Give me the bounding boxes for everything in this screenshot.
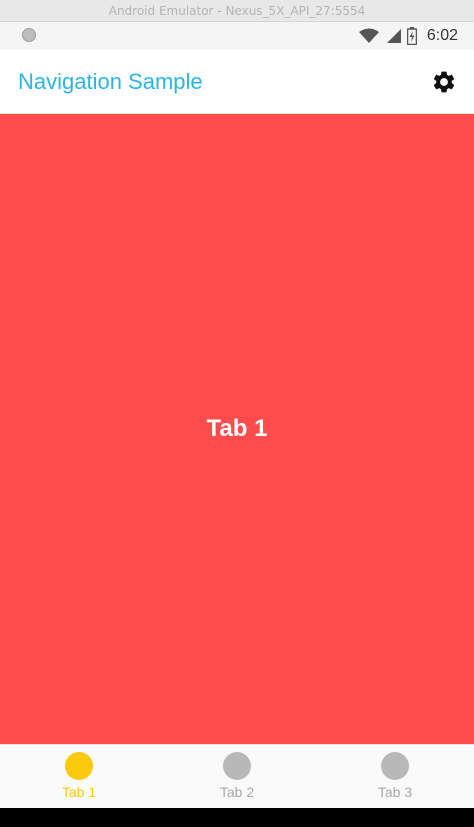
tab-content-area: Tab 1 (0, 114, 474, 744)
tab-3[interactable]: Tab 3 (316, 745, 474, 808)
tab-2[interactable]: Tab 2 (158, 745, 316, 808)
tab-3-circle-icon (381, 752, 409, 780)
status-time: 6:02 (426, 27, 458, 44)
cell-signal-icon (386, 29, 401, 43)
app-bar: Navigation Sample (0, 50, 474, 114)
tab-content-label: Tab 1 (206, 415, 268, 442)
window-titlebar: Android Emulator - Nexus_5X_API_27:5554 (0, 0, 474, 22)
tab-3-label: Tab 3 (377, 784, 413, 800)
tab-1-circle-icon (65, 752, 93, 780)
system-navigation-bar (0, 808, 474, 827)
tab-2-label: Tab 2 (219, 784, 255, 800)
gear-icon (433, 71, 455, 93)
bottom-tab-bar: Tab 1 Tab 2 Tab 3 (0, 744, 474, 808)
app-title: Navigation Sample (18, 69, 203, 94)
status-bar: 6:02 (0, 22, 474, 50)
settings-button[interactable] (430, 68, 458, 96)
status-icons: 6:02 (358, 22, 458, 50)
battery-icon (406, 27, 417, 45)
tab-1[interactable]: Tab 1 (0, 745, 158, 808)
tab-2-circle-icon (223, 752, 251, 780)
wifi-icon (358, 28, 379, 43)
window-title: Android Emulator - Nexus_5X_API_27:5554 (108, 4, 366, 18)
tab-1-label: Tab 1 (61, 784, 97, 800)
notification-dot-icon (22, 28, 36, 42)
